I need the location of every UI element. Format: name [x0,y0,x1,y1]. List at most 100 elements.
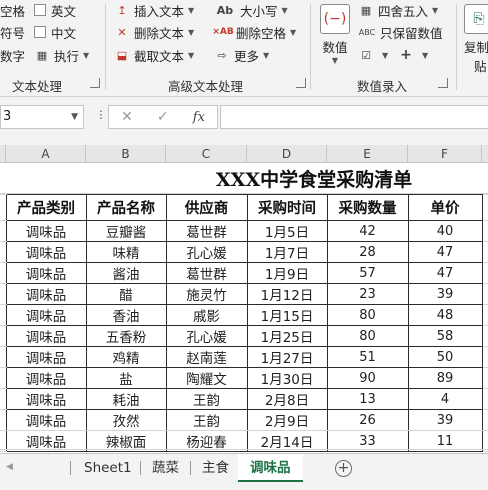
execute-button[interactable]: ▦ 执行 ▼ [34,45,89,65]
table-cell[interactable]: 57 [326,262,409,284]
column-header[interactable]: D [247,145,327,163]
table-cell[interactable]: 陶耀文 [165,367,248,389]
table-cell[interactable]: 1月12日 [246,283,328,305]
table-cell[interactable]: 58 [407,325,483,347]
empty-cell[interactable] [481,241,488,263]
round-button[interactable]: ▦ 四舍五入 ▼ [358,0,438,20]
table-cell[interactable]: 施灵竹 [165,283,248,305]
empty-cell[interactable] [481,304,488,326]
header-cell[interactable]: 单价 [407,194,483,221]
table-cell[interactable]: 孔心媛 [165,241,248,263]
table-cell[interactable]: 40 [407,220,483,242]
header-cell[interactable]: 采购数量 [326,194,409,221]
table-cell[interactable]: 调味品 [5,220,87,242]
table-cell[interactable]: 47 [407,262,483,284]
table-cell[interactable]: 调味品 [5,388,87,410]
table-cell[interactable]: 39 [407,283,483,305]
table-cell[interactable]: 4 [407,388,483,410]
empty-cell[interactable] [481,367,488,389]
header-cell[interactable]: 产品类别 [5,194,87,221]
column-header[interactable]: F [408,145,482,163]
delete-text-button[interactable]: ✕ 删除文本 ▼ [114,22,194,42]
empty-cell[interactable] [481,262,488,284]
table-cell[interactable]: 葛世群 [165,262,248,284]
table-cell[interactable]: 调味品 [5,409,87,431]
table-cell[interactable]: 42 [326,220,409,242]
table-cell[interactable]: 1月30日 [246,367,328,389]
case-button[interactable]: Ab 大小写 ▼ [214,0,288,20]
table-cell[interactable]: 48 [407,304,483,326]
tab-condiments[interactable]: 调味品 [238,454,303,482]
more-vertical-icon[interactable]: ··· [92,109,108,119]
confirm-icon[interactable]: ✓ [157,109,169,125]
empty-cell[interactable] [481,194,488,221]
column-header[interactable] [482,145,488,163]
table-cell[interactable]: 耗油 [85,388,167,410]
copy-paste-button[interactable]: ⎘ 复制 贴 [464,4,488,75]
table-cell[interactable]: 13 [326,388,409,410]
table-cell[interactable]: 23 [326,283,409,305]
scroll-tabs-left-icon[interactable]: ◀ [6,462,13,472]
table-cell[interactable]: 47 [407,241,483,263]
table-cell[interactable]: 孜然 [85,409,167,431]
table-cell[interactable]: 王韵 [165,388,248,410]
keep-number-button[interactable]: ABC 只保留数值 [358,22,443,42]
number-tool-button[interactable]: ☑ ▼ [358,45,388,65]
symbol-button[interactable]: 符号 [0,22,25,42]
table-cell[interactable]: 调味品 [5,304,87,326]
insert-function-icon[interactable]: fx [193,110,205,125]
insert-text-button[interactable]: ↥ 插入文本 ▼ [114,0,194,20]
table-cell[interactable]: 1月27日 [246,346,328,368]
dialog-launcher-icon[interactable] [438,78,448,88]
table-cell[interactable]: 90 [326,367,409,389]
table-cell[interactable]: 调味品 [5,262,87,284]
table-cell[interactable]: 28 [326,241,409,263]
table-cell[interactable]: 调味品 [5,241,87,263]
column-header[interactable]: B [86,145,166,163]
extract-text-button[interactable]: ⬓ 截取文本 ▼ [114,45,194,65]
table-cell[interactable]: 盐 [85,367,167,389]
header-cell[interactable]: 产品名称 [85,194,167,221]
tab-vegetables[interactable]: 蔬菜 [140,454,191,482]
empty-cell[interactable] [481,220,488,242]
table-cell[interactable]: 1月9日 [246,262,328,284]
table-cell[interactable]: 戚影 [165,304,248,326]
sheet-title[interactable]: XXX中学食堂采购清单 [166,165,462,192]
table-cell[interactable]: 鸡精 [85,346,167,368]
table-cell[interactable]: 调味品 [5,325,87,347]
table-cell[interactable]: 89 [407,367,483,389]
space-button[interactable]: 空格 [0,0,25,20]
table-cell[interactable]: 调味品 [5,283,87,305]
table-cell[interactable]: 80 [326,325,409,347]
table-cell[interactable]: 1月7日 [246,241,328,263]
chevron-down-icon[interactable]: ▼ [71,106,78,128]
table-cell[interactable]: 五香粉 [85,325,167,347]
table-cell[interactable]: 葛世群 [165,220,248,242]
tab-sheet1[interactable]: Sheet1 [72,454,144,482]
column-header[interactable]: A [6,145,86,163]
empty-cell[interactable] [481,283,488,305]
add-button[interactable]: + ▼ [398,45,428,65]
column-header[interactable]: E [327,145,408,163]
english-checkbox[interactable]: 英文 [34,0,76,20]
table-cell[interactable]: 醋 [85,283,167,305]
formula-input[interactable] [220,105,488,129]
delete-space-button[interactable]: ×AB 删除空格 ▼ [212,22,296,42]
table-cell[interactable]: 2月8日 [246,388,328,410]
empty-cell[interactable] [481,325,488,347]
numeric-button[interactable]: (−) 数值 ▼ [320,4,350,65]
table-cell[interactable]: 调味品 [5,346,87,368]
dialog-launcher-icon[interactable] [90,78,100,88]
table-cell[interactable]: 孔心媛 [165,325,248,347]
table-cell[interactable]: 王韵 [165,409,248,431]
chinese-checkbox[interactable]: 中文 [34,22,76,42]
empty-cell[interactable] [481,346,488,368]
empty-cell[interactable] [481,388,488,410]
table-cell[interactable]: 50 [407,346,483,368]
table-cell[interactable]: 酱油 [85,262,167,284]
table-cell[interactable]: 1月25日 [246,325,328,347]
table-cell[interactable]: 味精 [85,241,167,263]
name-box[interactable]: 3 ▼ [0,105,84,129]
table-cell[interactable]: 39 [407,409,483,431]
header-cell[interactable]: 供应商 [165,194,248,221]
